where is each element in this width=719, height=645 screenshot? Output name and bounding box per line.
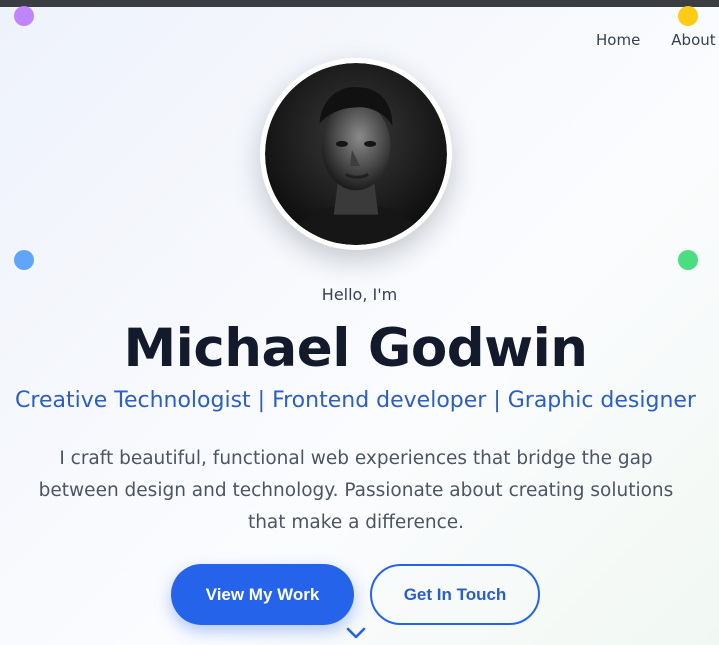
purple-dot — [14, 6, 34, 26]
chevron-down-icon[interactable] — [346, 626, 366, 640]
green-dot — [678, 250, 698, 270]
hero-bio: I craft beautiful, functional web experi… — [38, 448, 674, 533]
profile-photo — [260, 58, 452, 250]
avatar-portrait — [265, 63, 447, 245]
nav-link-about[interactable]: About — [671, 31, 715, 49]
greeting-text: Hello, I'm — [321, 285, 398, 304]
hero-roles: Creative Technologist | Frontend develop… — [15, 388, 696, 413]
nav-link-home[interactable]: Home — [596, 31, 640, 49]
blue-dot — [14, 250, 34, 270]
hero-name: Michael Godwin — [123, 318, 588, 379]
view-my-work-button[interactable]: View My Work — [171, 564, 354, 625]
browser-top-bar — [0, 0, 719, 7]
main-nav: Home About — [596, 31, 716, 49]
yellow-dot — [678, 6, 698, 26]
get-in-touch-button[interactable]: Get In Touch — [370, 564, 540, 625]
